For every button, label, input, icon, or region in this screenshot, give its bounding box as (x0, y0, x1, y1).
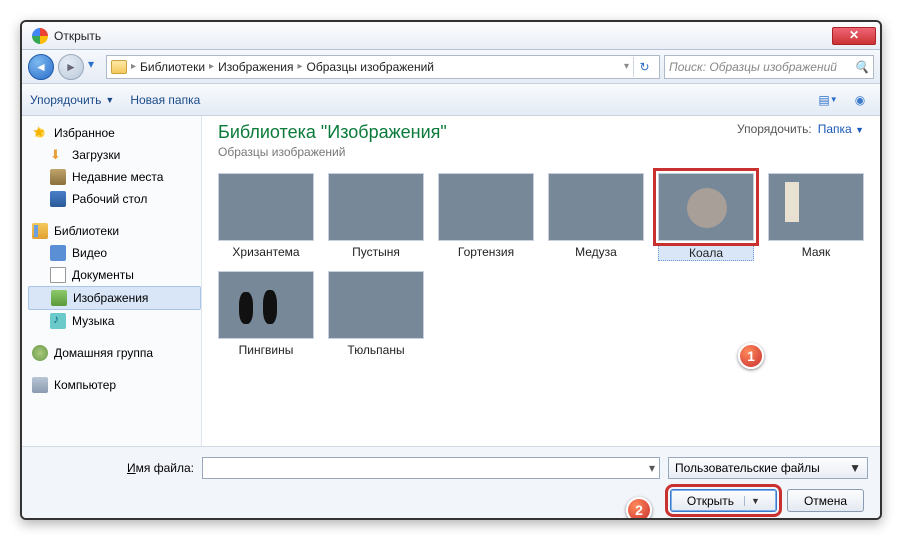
sidebar-item-documents[interactable]: Документы (28, 264, 201, 286)
music-icon (50, 313, 66, 329)
filename-input[interactable]: ▾ (202, 457, 660, 479)
sidebar-item-desktop[interactable]: Рабочий стол (28, 188, 201, 210)
refresh-button[interactable]: ↻ (633, 57, 655, 77)
chevron-down-icon: ▼ (105, 95, 114, 105)
thumbnail-image (548, 173, 644, 241)
libraries-icon (32, 223, 48, 239)
filename-label: Имя файла: (34, 461, 194, 475)
dialog-body: Избранное Загрузки Недавние места Рабочи… (22, 116, 880, 446)
help-button[interactable]: ◉ (848, 89, 872, 111)
download-icon (50, 147, 66, 163)
file-thumbnail[interactable]: Хризантема (218, 173, 314, 261)
sidebar-item-videos[interactable]: Видео (28, 242, 201, 264)
chevron-right-icon: ▸ (298, 61, 303, 72)
computer-icon (32, 377, 48, 393)
sidebar-item-music[interactable]: Музыка (28, 310, 201, 332)
library-subtitle: Образцы изображений (218, 145, 447, 159)
thumbnail-label: Пингвины (218, 343, 314, 357)
file-thumbnail[interactable]: Пингвины (218, 271, 314, 357)
organize-button[interactable]: Упорядочить ▼ (30, 93, 114, 107)
file-thumbnail[interactable]: Маяк (768, 173, 864, 261)
window-title: Открыть (54, 29, 832, 43)
search-icon: 🔍 (854, 60, 869, 74)
new-folder-button[interactable]: Новая папка (130, 93, 200, 107)
file-thumbnail[interactable]: Тюльпаны (328, 271, 424, 357)
thumbnail-label: Тюльпаны (328, 343, 424, 357)
toolbar: Упорядочить ▼ Новая папка ▤ ▼ ◉ (22, 84, 880, 116)
open-button[interactable]: Открыть ▼ (670, 489, 777, 512)
titlebar: Открыть ✕ (22, 22, 880, 50)
chevron-down-icon[interactable]: ▾ (624, 61, 629, 72)
sidebar-item-recent[interactable]: Недавние места (28, 166, 201, 188)
file-thumbnail[interactable]: Медуза (548, 173, 644, 261)
file-type-filter[interactable]: Пользовательские файлы ▼ (668, 457, 868, 479)
forward-button[interactable]: ► (58, 54, 84, 80)
thumbnail-label: Маяк (768, 245, 864, 259)
thumbnail-label: Пустыня (328, 245, 424, 259)
nav-history-dropdown[interactable]: ▾ (88, 57, 102, 77)
search-input[interactable]: Поиск: Образцы изображений 🔍 (664, 55, 874, 79)
sidebar-computer[interactable]: Компьютер (28, 374, 201, 396)
thumbnail-label: Коала (658, 245, 754, 261)
content-pane: Библиотека "Изображения" Образцы изображ… (202, 116, 880, 446)
chevron-down-icon: ▼ (855, 125, 864, 135)
arrange-by: Упорядочить: Папка ▼ (737, 122, 864, 136)
thumbnail-label: Хризантема (218, 245, 314, 259)
chevron-down-icon: ▼ (849, 461, 861, 475)
file-thumbnail[interactable]: Коала (658, 173, 754, 261)
chevron-right-icon: ▸ (209, 61, 214, 72)
sidebar-item-downloads[interactable]: Загрузки (28, 144, 201, 166)
homegroup-icon (32, 345, 48, 361)
file-thumbnail[interactable]: Гортензия (438, 173, 534, 261)
open-dialog: Открыть ✕ ◄ ► ▾ ▸ Библиотеки ▸ Изображен… (20, 20, 882, 520)
nav-row: ◄ ► ▾ ▸ Библиотеки ▸ Изображения ▸ Образ… (22, 50, 880, 84)
arrange-by-dropdown[interactable]: Папка ▼ (818, 122, 864, 136)
thumbnail-image (328, 271, 424, 339)
chevron-down-icon[interactable]: ▾ (649, 461, 655, 475)
search-placeholder: Поиск: Образцы изображений (669, 60, 837, 74)
sidebar-libraries[interactable]: Библиотеки (28, 220, 201, 242)
thumbnail-image (658, 173, 754, 241)
chrome-icon (32, 28, 48, 44)
desktop-icon (50, 191, 66, 207)
thumbnail-image (768, 173, 864, 241)
video-icon (50, 245, 66, 261)
thumbnail-label: Гортензия (438, 245, 534, 259)
thumbnail-image (438, 173, 534, 241)
open-split-dropdown[interactable]: ▼ (744, 496, 760, 506)
footer: Имя файла: ▾ Пользовательские файлы ▼ От… (22, 446, 880, 520)
sidebar-favorites[interactable]: Избранное (28, 122, 201, 144)
view-options-button[interactable]: ▤ ▼ (816, 89, 840, 111)
sidebar-homegroup[interactable]: Домашняя группа (28, 342, 201, 364)
folder-icon (111, 60, 127, 74)
thumbnail-label: Медуза (548, 245, 644, 259)
document-icon (50, 267, 66, 283)
sidebar: Избранное Загрузки Недавние места Рабочи… (22, 116, 202, 446)
breadcrumb-item[interactable]: Библиотеки (140, 60, 205, 74)
thumbnail-image (218, 271, 314, 339)
sidebar-item-pictures[interactable]: Изображения (28, 286, 201, 310)
back-button[interactable]: ◄ (28, 54, 54, 80)
library-title: Библиотека "Изображения" (218, 122, 447, 143)
callout-2: 2 (626, 497, 652, 520)
breadcrumb-item[interactable]: Образцы изображений (307, 60, 434, 74)
star-icon (32, 125, 48, 141)
thumbnail-image (218, 173, 314, 241)
recent-icon (50, 169, 66, 185)
breadcrumb-item[interactable]: Изображения (218, 60, 293, 74)
pictures-icon (51, 290, 67, 306)
callout-1: 1 (738, 343, 764, 369)
thumbnail-image (328, 173, 424, 241)
thumbnail-grid: Хризантема Пустыня Гортензия Медуза Коала Мая… (218, 173, 864, 357)
cancel-button[interactable]: Отмена (787, 489, 864, 512)
close-button[interactable]: ✕ (832, 27, 876, 45)
file-thumbnail[interactable]: Пустыня (328, 173, 424, 261)
address-bar[interactable]: ▸ Библиотеки ▸ Изображения ▸ Образцы изо… (106, 55, 660, 79)
chevron-right-icon: ▸ (131, 61, 136, 72)
